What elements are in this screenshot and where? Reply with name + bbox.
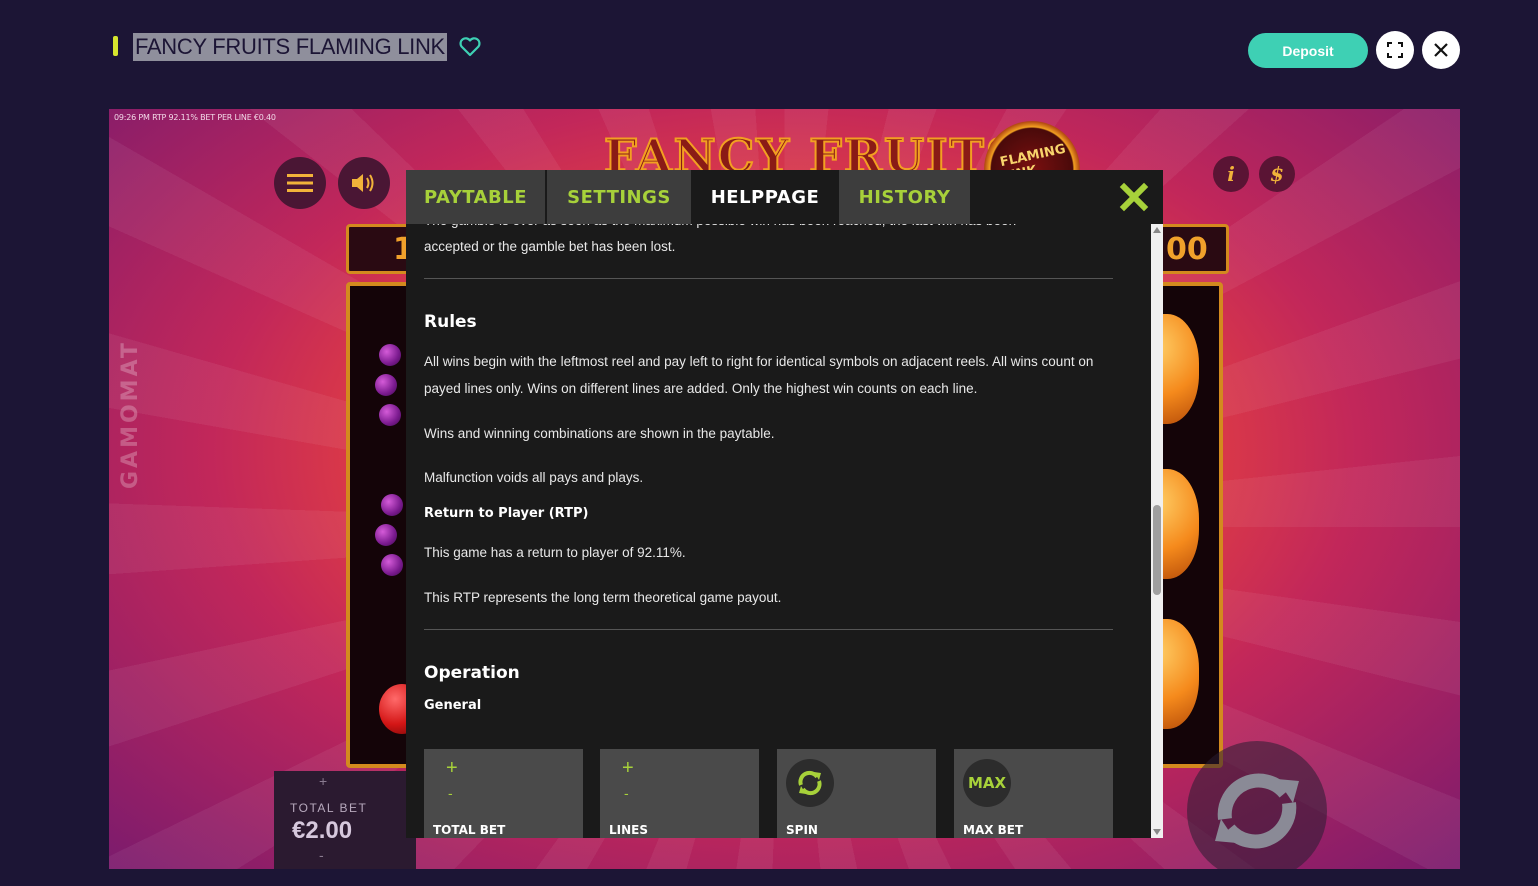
- gamble-text-end: accepted or the gamble bet has been lost…: [424, 239, 676, 254]
- card-label: MAX BET: [963, 823, 1024, 837]
- tab-history[interactable]: HISTORY: [839, 170, 970, 224]
- scroll-thumb[interactable]: [1153, 505, 1161, 595]
- right-counter: 00: [1159, 224, 1229, 274]
- close-icon: [1434, 43, 1448, 57]
- sound-button[interactable]: [338, 157, 390, 209]
- grape-symbol: [375, 374, 397, 396]
- gamble-button[interactable]: $: [1259, 156, 1295, 192]
- rules-heading: Rules: [424, 312, 477, 332]
- malfunction-paragraph: Malfunction voids all pays and plays.: [424, 470, 644, 485]
- info-button[interactable]: i: [1213, 156, 1249, 192]
- rtp-note: This RTP represents the long term theore…: [424, 590, 782, 605]
- scroll-down-icon[interactable]: [1153, 829, 1161, 835]
- fullscreen-button[interactable]: [1376, 31, 1414, 69]
- grape-symbol: [375, 524, 397, 546]
- grape-symbol: [381, 494, 403, 516]
- rules-paragraph: All wins begin with the leftmost reel an…: [424, 354, 1094, 396]
- bet-minus[interactable]: -: [319, 847, 324, 863]
- modal-close-button[interactable]: [1118, 181, 1150, 213]
- card-lines: + - LINES: [600, 749, 759, 838]
- general-heading: General: [424, 698, 482, 713]
- modal-tabs: PAYTABLE SETTINGS HELPPAGE HISTORY: [406, 170, 972, 224]
- refresh-icon: [1215, 773, 1299, 849]
- card-spin: SPIN: [777, 749, 936, 838]
- tab-settings[interactable]: SETTINGS: [547, 170, 691, 224]
- modal-scrollbar[interactable]: [1151, 224, 1163, 838]
- divider: [424, 629, 1113, 630]
- card-total-bet: + - TOTAL BET: [424, 749, 583, 838]
- close-icon: [1119, 182, 1149, 212]
- deposit-button[interactable]: Deposit: [1248, 33, 1368, 68]
- card-label: SPIN: [786, 823, 818, 837]
- help-modal: PAYTABLE SETTINGS HELPPAGE HISTORY The g…: [406, 170, 1163, 838]
- plus-icon: +: [446, 757, 458, 779]
- total-bet-label: TOTAL BET: [290, 801, 368, 815]
- refresh-icon: [786, 759, 834, 807]
- paytable-paragraph: Wins and winning combinations are shown …: [424, 426, 775, 441]
- fullscreen-icon: [1387, 42, 1403, 58]
- hamburger-icon: [287, 174, 313, 192]
- grape-symbol: [379, 344, 401, 366]
- provider-watermark: GAMOMAT: [118, 340, 143, 489]
- total-bet-value: €2.00: [292, 817, 353, 844]
- tab-helppage[interactable]: HELPPAGE: [693, 170, 837, 224]
- spin-button[interactable]: [1187, 741, 1327, 869]
- total-bet-panel[interactable]: + TOTAL BET €2.00 -: [274, 771, 416, 869]
- speaker-icon: [352, 174, 374, 192]
- help-content[interactable]: The gamble is over as soon as the maximu…: [406, 224, 1151, 838]
- scroll-up-icon[interactable]: [1153, 227, 1161, 233]
- grape-symbol: [379, 404, 401, 426]
- title-marker: [113, 36, 118, 56]
- rtp-paragraph: This game has a return to player of 92.1…: [424, 545, 686, 560]
- card-label: TOTAL BET: [433, 823, 506, 837]
- operation-heading: Operation: [424, 663, 520, 683]
- game-menu-button[interactable]: [274, 157, 326, 209]
- heart-icon[interactable]: [458, 36, 482, 58]
- plus-icon: +: [622, 757, 634, 779]
- bet-plus[interactable]: +: [319, 773, 327, 789]
- divider: [424, 278, 1113, 279]
- tab-paytable[interactable]: PAYTABLE: [406, 170, 545, 224]
- rtp-heading: Return to Player (RTP): [424, 506, 589, 521]
- card-label: LINES: [609, 823, 648, 837]
- card-max-bet: MAX MAX BET: [954, 749, 1113, 838]
- game-stats-line: 09:26 PM RTP 92.11% BET PER LINE €0.40: [114, 113, 276, 122]
- minus-icon: -: [624, 785, 629, 801]
- minus-icon: -: [448, 785, 453, 801]
- grape-symbol: [381, 554, 403, 576]
- max-icon: MAX: [963, 759, 1011, 807]
- game-title: FANCY FRUITS FLAMING LINK: [133, 33, 447, 61]
- close-game-button[interactable]: [1422, 31, 1460, 69]
